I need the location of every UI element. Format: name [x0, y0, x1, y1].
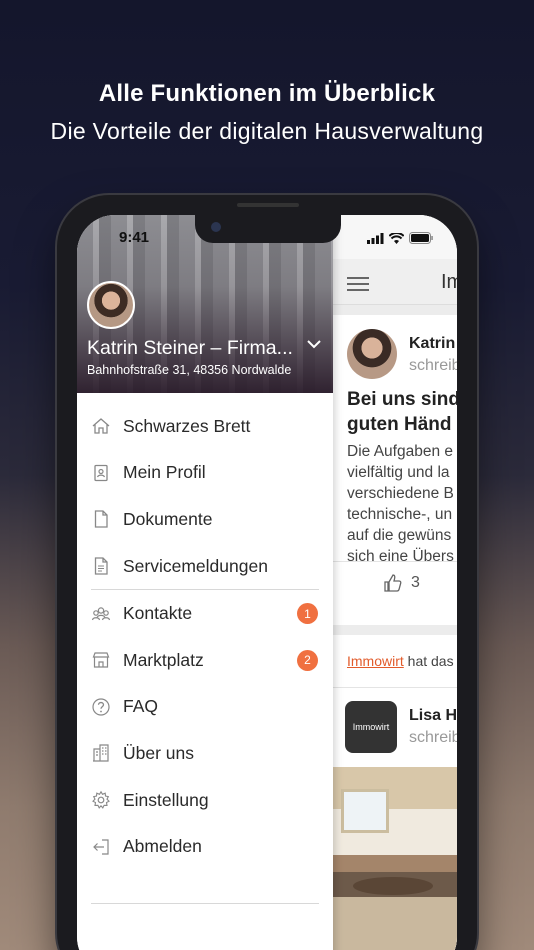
divider: [333, 561, 457, 562]
wifi-icon: [389, 232, 404, 244]
user-address: Bahnhofstraße 31, 48356 Nordwalde: [87, 363, 292, 377]
menu-item-einstellung[interactable]: Einstellung: [77, 777, 333, 824]
post2-author: Lisa H: [409, 707, 457, 724]
building-icon: [91, 743, 111, 763]
user-avatar: [87, 281, 135, 329]
navigation-drawer: 9:41 Katrin Steiner – Firma... Bahnhofst…: [77, 215, 333, 950]
activity-note: Immowirt hat das: [347, 653, 454, 669]
report-icon: [91, 556, 111, 576]
drawer-bottom-divider: [91, 903, 319, 904]
contacts-icon: [91, 604, 111, 624]
post2-subtitle: schreib: [409, 729, 457, 746]
menu-item-dokumente[interactable]: Dokumente: [77, 496, 333, 543]
menu-item-schwarzes-brett[interactable]: Schwarzes Brett: [77, 403, 333, 450]
chevron-down-icon[interactable]: [307, 339, 321, 349]
gear-icon: [91, 790, 111, 810]
activity-card[interactable]: Immowirt hat das Immowirt Lisa H schreib: [333, 635, 457, 950]
user-name[interactable]: Katrin Steiner – Firma...: [87, 337, 293, 360]
divider: [333, 687, 457, 688]
post-body: Die Aufgaben e vielfältig und la verschi…: [347, 443, 454, 565]
status-bar: [333, 215, 457, 259]
menu-item-faq[interactable]: FAQ: [77, 684, 333, 731]
phone-screen: Imm Katrin schreib Bei uns sind guten Hä…: [77, 215, 457, 950]
background-app: Imm Katrin schreib Bei uns sind guten Hä…: [333, 215, 457, 950]
promo-headline: Alle Funktionen im Überblick: [98, 80, 436, 107]
post-author: Katrin: [409, 335, 456, 352]
status-time: 9:41: [119, 229, 150, 246]
menu-item-marktplatz[interactable]: Marktplatz 2: [77, 637, 333, 684]
phone-speaker: [237, 203, 299, 207]
store-icon: [91, 650, 111, 670]
phone-notch: [195, 215, 341, 243]
kitchen-photo: [333, 767, 457, 950]
like-count: 3: [411, 574, 420, 591]
house-icon: [91, 416, 111, 436]
hamburger-menu-icon[interactable]: [347, 277, 369, 295]
post-card[interactable]: Katrin schreib Bei uns sind guten Händ D…: [333, 315, 457, 625]
author-avatar: [347, 329, 397, 379]
menu-item-kontakte[interactable]: Kontakte 1: [77, 590, 333, 637]
post-subtitle: schreib: [409, 357, 457, 374]
promo-header: Alle Funktionen im Überblick Die Vorteil…: [0, 80, 534, 145]
thumbs-up-icon: [383, 573, 403, 593]
battery-icon: [409, 232, 433, 244]
signal-icon: [367, 232, 384, 244]
profile-card-icon: [91, 463, 111, 483]
logout-icon: [91, 837, 111, 857]
like-button[interactable]: 3: [383, 573, 420, 593]
menu-item-servicemeldungen[interactable]: Servicemeldungen: [77, 543, 333, 590]
app-bar: Imm: [333, 259, 457, 305]
immowirt-logo: Immowirt: [345, 701, 397, 753]
post-title: Bei uns sind guten Händ: [347, 389, 457, 435]
menu-item-ueber-uns[interactable]: Über uns: [77, 730, 333, 777]
contacts-badge: 1: [297, 603, 318, 625]
question-icon: [91, 697, 111, 717]
menu-item-mein-profil[interactable]: Mein Profil: [77, 450, 333, 497]
drawer-menu: Schwarzes Brett Mein Profil Dokumente Se…: [77, 393, 333, 870]
camera-icon: [211, 222, 221, 232]
marktplatz-badge: 2: [297, 649, 318, 671]
document-icon: [91, 509, 111, 529]
app-title: Imm: [441, 271, 457, 293]
phone-frame: Imm Katrin schreib Bei uns sind guten Hä…: [57, 195, 477, 950]
activity-link[interactable]: Immowirt: [347, 653, 404, 669]
menu-item-abmelden[interactable]: Abmelden: [77, 823, 333, 870]
promo-subheadline: Die Vorteile der digitalen Hausverwaltun…: [50, 118, 484, 144]
